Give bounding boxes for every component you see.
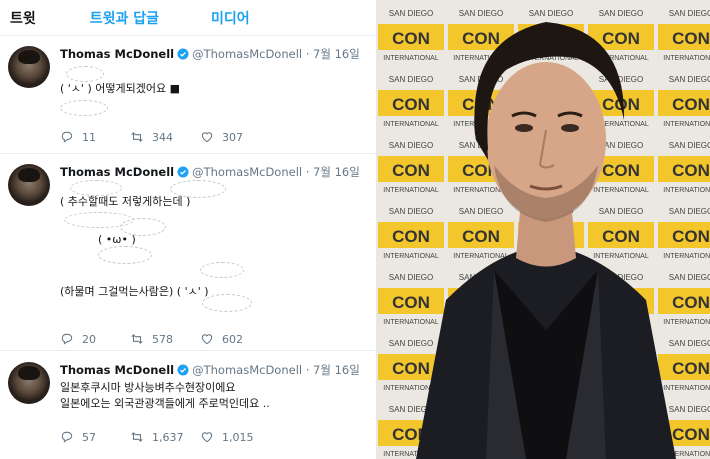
tweet-text: 일본후쿠시마 방사능벼추수현장이에요 일본에오는 외국관광객들에게 주로먹인데요… bbox=[60, 380, 270, 412]
avatar[interactable] bbox=[8, 362, 50, 404]
decoration-cloud bbox=[200, 262, 244, 278]
author-name[interactable]: Thomas McDonell bbox=[60, 165, 174, 179]
heart-icon bbox=[201, 132, 213, 143]
reply-count: 57 bbox=[82, 430, 96, 444]
tab-media[interactable]: 미디어 bbox=[203, 8, 258, 28]
profile-tabs: 트윗 트윗과 답글 미디어 bbox=[0, 0, 376, 36]
tweet-header: Thomas McDonell @ThomasMcDonell · 7월 16일 bbox=[60, 164, 360, 180]
retweet-icon bbox=[131, 334, 143, 344]
tweet-text: (하물며 그걸먹는사람은) ( 'ㅅ' ) bbox=[60, 284, 209, 300]
avatar[interactable] bbox=[8, 164, 50, 206]
decoration-cloud bbox=[98, 246, 152, 264]
tweet-text: ( •ω• ) bbox=[98, 232, 136, 248]
tweet-header: Thomas McDonell @ThomasMcDonell · 7월 16일 bbox=[60, 46, 360, 62]
tweet-text: ( 'ㅅ' ) 어떻게되겠어요 ■ bbox=[60, 81, 180, 97]
like-count: 307 bbox=[222, 130, 243, 144]
tweet-header: Thomas McDonell @ThomasMcDonell · 7월 16일 bbox=[60, 362, 360, 378]
retweet-icon bbox=[131, 432, 143, 442]
tweet-text: ( 추수할때도 저렇게하는데 ) bbox=[60, 194, 190, 210]
twitter-timeline: 트윗 트윗과 답글 미디어 Thomas McDonell @ThomasMcD… bbox=[0, 0, 376, 459]
reply-button[interactable]: 57 bbox=[60, 430, 130, 444]
heart-icon bbox=[201, 432, 213, 443]
retweet-count: 578 bbox=[152, 332, 173, 346]
heart-icon bbox=[201, 334, 213, 345]
tweet-text-line: ( 'ㅅ' ) 어떻게되겠어요 ■ bbox=[60, 82, 180, 95]
like-count: 1,015 bbox=[222, 430, 254, 444]
tweet-text-line: (하물며 그걸먹는사람은) ( 'ㅅ' ) bbox=[60, 285, 209, 298]
tweet[interactable]: Thomas McDonell @ThomasMcDonell · 7월 16일… bbox=[0, 154, 376, 351]
decoration-cloud bbox=[66, 66, 104, 82]
page: 트윗 트윗과 답글 미디어 Thomas McDonell @ThomasMcD… bbox=[0, 0, 710, 459]
author-name[interactable]: Thomas McDonell bbox=[60, 363, 174, 377]
retweet-button[interactable]: 1,637 bbox=[130, 430, 200, 444]
like-button[interactable]: 602 bbox=[200, 332, 243, 346]
tab-tweets-and-replies[interactable]: 트윗과 답글 bbox=[82, 8, 167, 28]
retweet-icon bbox=[131, 132, 143, 142]
tweet-text-line: 일본후쿠시마 방사능벼추수현장이에요 bbox=[60, 381, 236, 394]
tweet-text-line: ( •ω• ) bbox=[98, 233, 136, 246]
reply-count: 20 bbox=[82, 332, 96, 346]
reply-icon bbox=[61, 431, 73, 443]
author-handle-and-date[interactable]: @ThomasMcDonell · 7월 16일 bbox=[192, 362, 360, 378]
verified-badge-icon bbox=[177, 364, 189, 376]
reply-count: 11 bbox=[82, 130, 96, 144]
retweet-count: 344 bbox=[152, 130, 173, 144]
reply-icon bbox=[61, 333, 73, 345]
tweet-actions: 11 344 307 bbox=[60, 130, 243, 144]
author-handle-and-date[interactable]: @ThomasMcDonell · 7월 16일 bbox=[192, 46, 360, 62]
tweet[interactable]: Thomas McDonell @ThomasMcDonell · 7월 16일… bbox=[0, 352, 376, 459]
tweet-text-line: 일본에오는 외국관광객들에게 주로먹인데요 .. bbox=[60, 397, 270, 410]
reply-button[interactable]: 20 bbox=[60, 332, 130, 346]
tab-tweets[interactable]: 트윗 bbox=[0, 8, 44, 28]
tweet-text-line: ( 추수할때도 저렇게하는데 ) bbox=[60, 195, 191, 208]
author-handle-and-date[interactable]: @ThomasMcDonell · 7월 16일 bbox=[192, 164, 360, 180]
retweet-count: 1,637 bbox=[152, 430, 184, 444]
author-name[interactable]: Thomas McDonell bbox=[60, 47, 174, 61]
decoration-cloud bbox=[60, 100, 108, 116]
reply-icon bbox=[61, 131, 73, 143]
like-button[interactable]: 307 bbox=[200, 130, 243, 144]
like-button[interactable]: 1,015 bbox=[200, 430, 254, 444]
tweet-actions: 57 1,637 1,015 bbox=[60, 430, 254, 444]
verified-badge-icon bbox=[177, 48, 189, 60]
tweet[interactable]: Thomas McDonell @ThomasMcDonell · 7월 16일… bbox=[0, 36, 376, 154]
like-count: 602 bbox=[222, 332, 243, 346]
verified-badge-icon bbox=[177, 166, 189, 178]
decoration-cloud bbox=[202, 294, 252, 312]
attached-photo[interactable]: SAN DIEGO CON INTERNATIONAL bbox=[376, 0, 710, 459]
retweet-button[interactable]: 578 bbox=[130, 332, 200, 346]
reply-button[interactable]: 11 bbox=[60, 130, 130, 144]
retweet-button[interactable]: 344 bbox=[130, 130, 200, 144]
tweet-actions: 20 578 602 bbox=[60, 332, 243, 346]
avatar[interactable] bbox=[8, 46, 50, 88]
photo-illustration: SAN DIEGO CON INTERNATIONAL bbox=[376, 0, 710, 459]
